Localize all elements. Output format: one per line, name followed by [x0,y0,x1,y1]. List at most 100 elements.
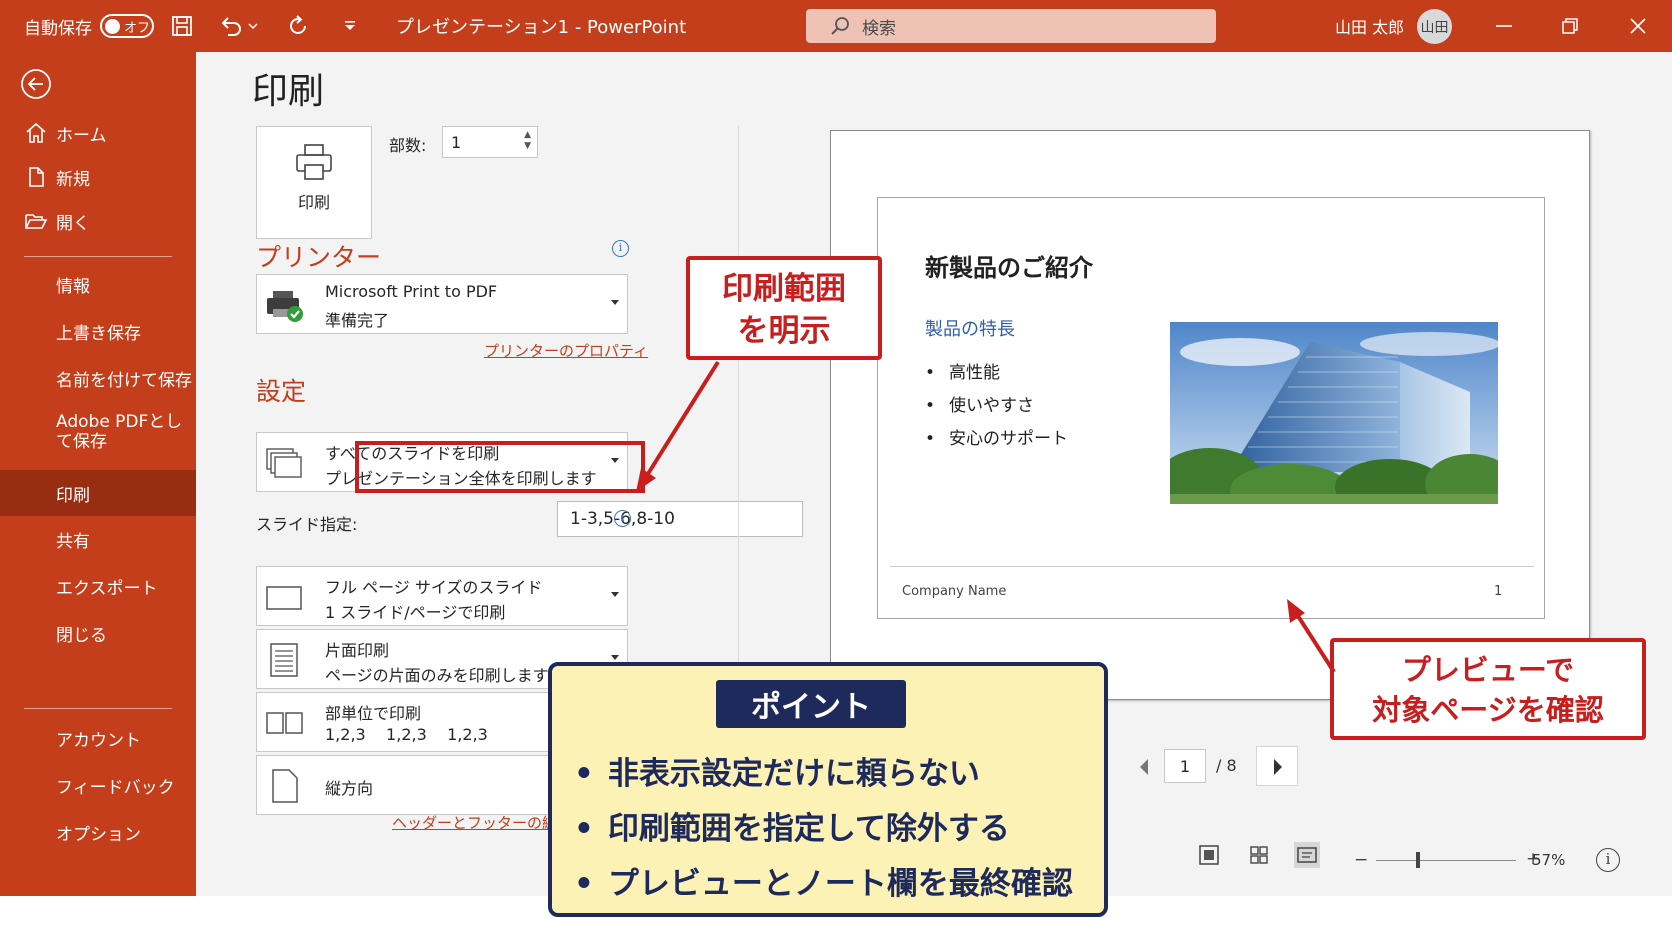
copies-stepper[interactable]: 1 ▲ ▼ [442,126,538,158]
zoom-out-icon[interactable]: − [1354,850,1368,870]
next-page-icon [1274,759,1282,775]
collated-icon [266,712,303,734]
document-title: プレゼンテーション1 - PowerPoint [396,17,687,38]
point-label: ポイント [716,680,906,728]
sidebar-item-label: 情報 [56,276,90,297]
printer-info-icon[interactable]: i [612,240,629,257]
one-sided-icon [270,643,298,677]
redo-icon[interactable] [284,12,312,40]
slides-label: スライド指定: [256,515,358,534]
restore-icon[interactable] [1556,12,1584,40]
undo-icon[interactable] [218,12,246,40]
preview-callout: プレビューで 対象ページを確認 [1330,638,1646,740]
slides-input-highlight [355,441,645,493]
slide-title: 新製品のご紹介 [925,254,1093,282]
stepper-arrows-icon[interactable]: ▲ ▼ [524,130,531,152]
range-callout-line1: 印刷範囲 [722,271,846,307]
sidebar-item-label: 開く [56,213,90,234]
layout-title: フル ページ サイズのスライド [325,578,543,597]
sidebar-item-save-as[interactable]: 名前を付けて保存 [0,356,196,400]
avatar[interactable]: 山田 [1417,9,1452,44]
chevron-down-icon [611,592,619,597]
save-icon[interactable] [168,12,196,40]
sidebar-item-info[interactable]: 情報 [0,262,196,306]
folder-open-icon [25,214,48,229]
preview-callout-line2: 対象ページを確認 [1372,693,1604,727]
home-icon [26,122,46,143]
point-item: プレビューとノート欄を最終確認 [574,858,1073,903]
sidebar-item-options[interactable]: オプション [0,810,196,854]
zoom-slider-thumb[interactable] [1416,852,1420,868]
autosave[interactable]: 自動保存 オフ [24,0,154,52]
autosave-label: 自動保存 [24,18,92,39]
current-page-input[interactable]: 1 [1164,749,1206,783]
fit-slide-icon[interactable] [1196,842,1222,868]
search-box[interactable]: 検索 [806,9,1216,43]
total-pages: / 8 [1216,756,1237,775]
layout-dropdown[interactable]: フル ページ サイズのスライド 1 スライド/ページで印刷 [256,566,628,626]
settings-section-title: 設定 [256,377,307,406]
new-document-icon [29,167,44,187]
undo-dropdown-icon[interactable] [246,12,260,40]
sidebar-item-export[interactable]: エクスポート [0,564,196,608]
point-item: 印刷範囲を指定して除外する [574,803,1010,848]
autosave-state: オフ [124,20,151,36]
next-page-button[interactable] [1256,746,1298,786]
sidebar-item-new[interactable]: 新規 [0,155,196,199]
sidebar-divider [24,708,172,709]
sidebar-item-save-as-adobe-pdf[interactable]: Adobe PDFとして保存 [0,402,196,462]
full-page-slide-icon [266,586,302,610]
printer-name: Microsoft Print to PDF [325,282,498,301]
sidebar-item-feedback[interactable]: フィードバック [0,763,196,807]
copies-value: 1 [451,132,462,152]
backstage-sidebar: ホーム 新規 開く 情報 上書き保存 名前を付けて保存 Adobe PDFとして… [0,52,196,896]
zoom-percent[interactable]: 57% [1532,851,1565,869]
slide-preview: 新製品のご紹介 製品の特長 高性能 使いやすさ 安心のサポート [877,197,1545,619]
sidebar-item-label: 共有 [56,531,90,552]
sidebar-item-label: フィードバック [56,777,175,798]
slide-bullet: 高性能 [925,358,1000,383]
printer-icon [296,144,332,180]
sidebar-item-label: エクスポート [56,578,158,599]
minimize-icon[interactable] [1490,12,1518,40]
autosave-toggle[interactable]: オフ [100,14,154,38]
sidebar-item-label: 閉じる [56,625,107,646]
sidebar-item-close[interactable]: 閉じる [0,611,196,655]
slide-sorter-icon[interactable] [1246,842,1272,868]
printer-properties-link[interactable]: プリンターのプロパティ [484,340,648,361]
reading-view-icon[interactable] [1294,842,1320,868]
prev-page-icon[interactable] [1136,757,1152,777]
sidebar-item-open[interactable]: 開く [0,199,196,243]
sidebar-item-share[interactable]: 共有 [0,517,196,561]
zoom-slider[interactable] [1376,860,1516,861]
toggle-knob [105,18,120,34]
slides-input[interactable]: 1-3,5-6,8-10 [557,501,803,537]
sidebar-item-save[interactable]: 上書き保存 [0,309,196,353]
printer-status: 準備完了 [325,311,390,330]
collate-title: 部単位で印刷 [325,704,422,723]
range-callout-line2: を明示 [737,313,831,349]
sidebar-item-print[interactable]: 印刷 [0,470,196,516]
print-button[interactable]: 印刷 [256,126,372,239]
back-arrow-icon[interactable] [20,68,52,100]
slides-info-icon[interactable]: i [614,510,631,527]
sidebar-item-label: 新規 [56,169,90,190]
fit-to-window-icon[interactable]: i [1596,848,1620,872]
sidebar-item-label: ホーム [56,125,107,146]
orientation-title: 縦方向 [325,779,374,798]
printer-dropdown[interactable]: Microsoft Print to PDF 準備完了 [256,274,628,334]
header-footer-link[interactable]: ヘッダーとフッターの編集 [392,812,572,833]
slide-footer-company: Company Name [902,584,1007,599]
copies-label: 部数: [389,136,427,155]
page-title: 印刷 [252,71,325,112]
close-icon[interactable] [1624,12,1652,40]
chevron-down-icon [611,300,619,305]
customize-toolbar-icon[interactable] [336,12,364,40]
sidebar-item-account[interactable]: アカウント [0,716,196,760]
search-placeholder: 検索 [862,18,896,39]
user-name[interactable]: 山田 太郎 [1335,0,1404,52]
title-bar: 自動保存 オフ プレゼンテーション1 - PowerPoint 検索 山田 太郎… [0,0,1672,52]
slides-stack-icon [266,448,302,478]
slide-footer-page-number: 1 [1494,584,1503,599]
sidebar-item-home[interactable]: ホーム [0,111,196,155]
